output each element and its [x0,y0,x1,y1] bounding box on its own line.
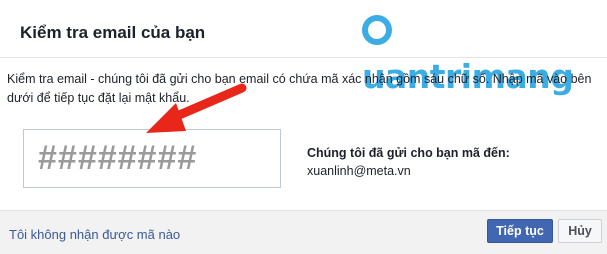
continue-button[interactable]: Tiếp tục [487,219,553,243]
code-input-value: ######## [38,139,198,177]
dialog-footer: Tôi không nhận được mã nào Tiếp tục Hủy [0,210,607,254]
code-input[interactable]: ######## [23,129,281,188]
no-code-received-link[interactable]: Tôi không nhận được mã nào [9,227,180,242]
watermark-logo: uantrimang [362,8,602,96]
sent-to-email: xuanlinh@meta.vn [307,164,411,178]
reset-code-dialog: Kiểm tra email của bạn uantrimang Kiểm t… [0,0,607,254]
instruction-text: Kiểm tra email - chúng tôi đã gửi cho bạ… [7,72,592,105]
dialog-title: Kiểm tra email của bạn [20,23,206,42]
cancel-button[interactable]: Hủy [558,219,602,243]
dialog-header: Kiểm tra email của bạn uantrimang [0,0,607,96]
watermark-q-icon [362,15,392,45]
sent-to-label: Chúng tôi đã gửi cho bạn mã đến: [307,146,510,160]
